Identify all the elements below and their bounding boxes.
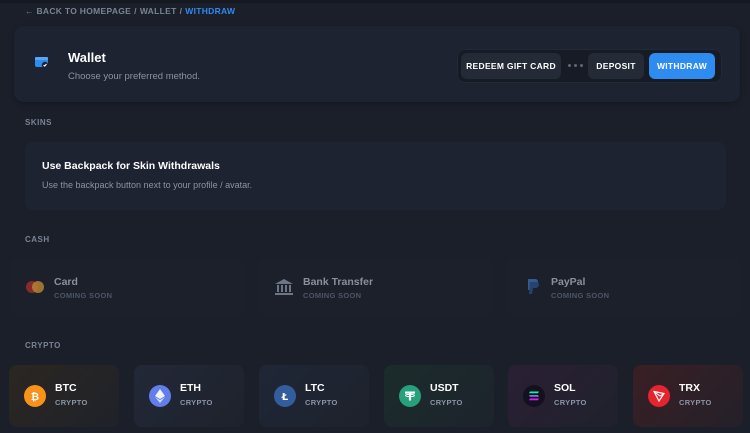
cash-method-name: Bank Transfer — [303, 276, 374, 288]
breadcrumb-separator: / — [134, 6, 137, 16]
cash-method-status: COMING SOON — [54, 291, 113, 300]
crypto-type: CRYPTO — [679, 398, 712, 407]
cash-method-status: COMING SOON — [551, 291, 610, 300]
svg-text:₿: ₿ — [31, 391, 39, 402]
crypto-method-card[interactable]: USDT CRYPTO — [384, 365, 494, 427]
crypto-name: BTC — [55, 382, 77, 394]
top-bar — [0, 0, 750, 3]
wallet-action-group: REDEEM GIFT CARD DEPOSIT WITHDRAW — [457, 49, 722, 83]
bank-icon — [275, 279, 293, 295]
paypal-icon — [528, 279, 539, 294]
wallet-icon — [35, 57, 49, 69]
crypto-type: CRYPTO — [180, 398, 213, 407]
withdraw-button[interactable]: WITHDRAW — [649, 53, 715, 79]
wallet-header-card: Wallet Choose your preferred method. RED… — [14, 26, 740, 102]
bitcoin-icon: ₿ — [24, 385, 46, 407]
redeem-gift-card-button[interactable]: REDEEM GIFT CARD — [461, 53, 561, 79]
dots-divider-icon — [568, 64, 583, 67]
breadcrumb-separator: / — [179, 6, 183, 16]
breadcrumb-back-link[interactable]: ← BACK TO HOMEPAGE — [25, 6, 131, 16]
cash-method-name: Card — [54, 276, 78, 288]
skins-info-card: Use Backpack for Skin Withdrawals Use th… — [25, 142, 726, 210]
cash-method-card[interactable]: Card COMING SOON — [9, 258, 244, 316]
crypto-method-card[interactable]: ₿ BTC CRYPTO — [9, 365, 119, 427]
crypto-name: TRX — [679, 382, 700, 394]
deposit-button[interactable]: DEPOSIT — [588, 53, 644, 79]
crypto-method-card[interactable]: SOL CRYPTO — [508, 365, 618, 427]
breadcrumb: ← BACK TO HOMEPAGE / WALLET / WITHDRAW — [25, 6, 235, 16]
breadcrumb-wallet-link[interactable]: WALLET — [140, 6, 177, 16]
crypto-method-card[interactable]: ETH CRYPTO — [134, 365, 244, 427]
section-label-cash: CASH — [25, 235, 50, 244]
solana-icon — [523, 385, 545, 407]
ethereum-icon — [149, 385, 171, 407]
crypto-type: CRYPTO — [430, 398, 463, 407]
breadcrumb-current: WITHDRAW — [185, 6, 236, 16]
cash-method-name: PayPal — [551, 276, 586, 288]
cash-method-card[interactable]: PayPal COMING SOON — [506, 258, 741, 316]
section-label-skins: SKINS — [25, 118, 52, 127]
crypto-method-card[interactable]: Ł LTC CRYPTO — [259, 365, 369, 427]
tron-icon — [648, 385, 670, 407]
litecoin-icon: Ł — [274, 385, 296, 407]
section-label-crypto: CRYPTO — [25, 341, 61, 350]
crypto-type: CRYPTO — [55, 398, 88, 407]
svg-text:Ł: Ł — [281, 392, 289, 402]
page-title: Wallet — [68, 50, 106, 65]
crypto-name: LTC — [305, 382, 325, 394]
crypto-name: SOL — [554, 382, 576, 394]
cash-method-status: COMING SOON — [303, 291, 362, 300]
crypto-name: ETH — [180, 382, 201, 394]
crypto-name: USDT — [430, 382, 459, 394]
skins-subtitle: Use the backpack button next to your pro… — [42, 180, 253, 190]
card-icon — [26, 281, 44, 293]
cash-method-card[interactable]: Bank Transfer COMING SOON — [258, 258, 493, 316]
skins-title: Use Backpack for Skin Withdrawals — [42, 160, 220, 172]
crypto-method-card[interactable]: TRX CRYPTO — [633, 365, 743, 427]
tether-icon — [399, 385, 421, 407]
crypto-type: CRYPTO — [305, 398, 338, 407]
page-subtitle: Choose your preferred method. — [68, 71, 201, 82]
crypto-type: CRYPTO — [554, 398, 587, 407]
